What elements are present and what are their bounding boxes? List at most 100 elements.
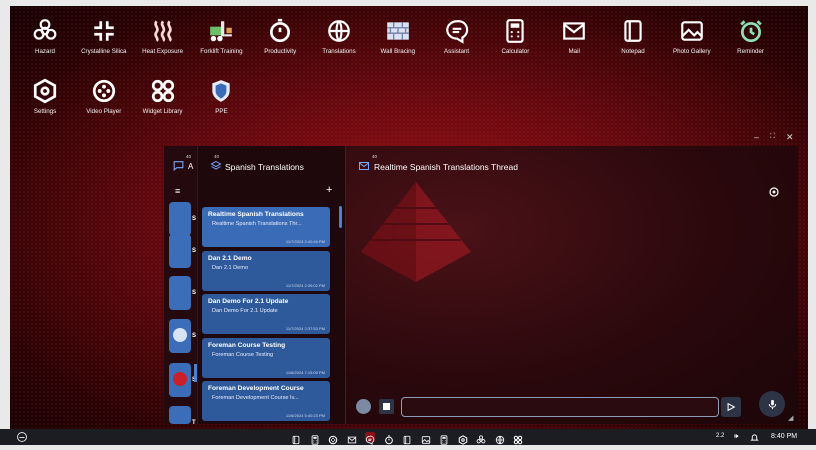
taskbar: 2.2 🕪 8:40 PM [0, 429, 816, 445]
desktop-icon-ppe[interactable]: PPE [189, 78, 253, 115]
desktop-icon-settings[interactable]: Settings [13, 78, 77, 115]
hexagon-settings-icon [458, 435, 467, 445]
conversation-item[interactable]: Foreman Development Course Foreman Develo… [202, 381, 330, 421]
desktop-icon-label: Hazard [35, 48, 55, 55]
conversation-subtitle: Dan Demo For 2.1 Update [212, 308, 278, 314]
conversation-date: 11/7/2024 2:39:02 PM [285, 282, 325, 288]
taskbar-app-button[interactable] [439, 432, 449, 445]
widgets-icon [151, 79, 174, 103]
conversation-subtitle: Dan 2.1 Demo [212, 264, 249, 271]
close-button[interactable]: ✕ [786, 132, 794, 143]
desktop-icon-assistant[interactable]: Assistant [425, 18, 489, 55]
desktop-icon-crystalline-silica[interactable]: Crystalline Silica [72, 18, 136, 55]
chat-bubble-icon [173, 161, 184, 171]
conversation-item[interactable]: Dan 2.1 Demo Dan 2.1 Demo 11/7/2024 2:39:0… [202, 250, 330, 291]
layers-icon [210, 160, 222, 170]
list-scrollbar[interactable] [339, 206, 342, 228]
stopwatch-icon [384, 435, 393, 445]
rail-app-thumbnail[interactable] [169, 276, 191, 310]
tray-indicator[interactable]: 2.2 [716, 433, 724, 439]
desktop-icon-heat-exposure[interactable]: Heat Exposure [131, 18, 195, 55]
resize-grip-icon[interactable]: ◢ [788, 414, 793, 422]
calculator-icon [506, 19, 525, 43]
taskbar-app-button[interactable] [458, 432, 468, 445]
thread-badge: 40 [372, 154, 378, 159]
desktop-icon-wall-bracing[interactable]: Wall Bracing [366, 18, 430, 55]
rail-app-thumbnail[interactable] [169, 234, 191, 268]
rail-app-thumbnail[interactable] [169, 319, 191, 353]
volume-icon[interactable]: 🕪 [734, 433, 738, 441]
rail-app-image [173, 243, 187, 257]
film-reel-icon [92, 79, 115, 103]
taskbar-app-button[interactable] [476, 432, 486, 444]
conversation-title: Foreman Development Course [208, 385, 304, 392]
desktop-icon-calculator[interactable]: Calculator [483, 18, 547, 55]
conversation-list-pane: 40 Spanish Translations + Realtime Spani… [198, 146, 346, 424]
taskbar-app-button[interactable] [291, 432, 301, 445]
desktop-icon-productivity[interactable]: Productivity [248, 18, 312, 55]
mail-icon [359, 162, 369, 170]
desktop-icon-forklift-training[interactable]: Forklift Training [189, 18, 253, 55]
rail-app-image [173, 285, 187, 299]
rail-app-thumbnail[interactable] [169, 363, 191, 397]
desktop-icon-notepad[interactable]: Notepad [601, 18, 665, 55]
hamburger-menu-icon[interactable]: ≡ [175, 186, 180, 196]
desktop-icon-translations[interactable]: Translations [307, 18, 371, 55]
rail-app-thumbnail[interactable] [169, 406, 191, 424]
conversation-item[interactable]: Realtime Spanish Translations Realtime Sp… [202, 207, 330, 247]
stop-button[interactable] [379, 399, 394, 414]
maximize-button[interactable]: ⛶ [770, 133, 775, 141]
conversation-title: Dan Demo For 2.1 Update [208, 298, 289, 305]
send-button[interactable] [721, 397, 741, 417]
start-menu-icon[interactable] [16, 431, 28, 443]
desktop-icon-label: Settings [33, 108, 57, 115]
taskbar-app-button[interactable] [402, 432, 412, 445]
notepad-icon [292, 435, 300, 445]
stop-square-icon [383, 403, 390, 410]
conversation-item[interactable]: Foreman Course Testing Foreman Course Tes… [202, 337, 330, 378]
taskbar-app-button[interactable] [384, 432, 394, 445]
desktop-icon-reminder[interactable]: Reminder [719, 18, 783, 55]
calculator-icon [440, 435, 448, 445]
desktop-icon-video-player[interactable]: Video Player [72, 78, 136, 115]
minimize-button[interactable]: – [754, 132, 759, 142]
desktop-icon-mail[interactable]: Mail [542, 18, 606, 55]
desktop-icon-label: Video Player [86, 108, 122, 115]
taskbar-app-button[interactable] [310, 432, 320, 445]
notification-bell-icon[interactable] [750, 433, 759, 442]
desktop-icon-label: Heat Exposure [142, 48, 184, 55]
desktop-icon-photo-gallery[interactable]: Photo Gallery [660, 18, 724, 55]
message-input[interactable] [401, 397, 719, 417]
conversation-item[interactable]: Dan Demo For 2.1 Update Dan Demo For 2.1 … [202, 294, 330, 334]
conversation-subtitle: Foreman Course Testing [212, 351, 274, 358]
clock[interactable]: 8:40 PM [771, 433, 797, 440]
microphone-button[interactable] [759, 391, 785, 417]
notepad-icon [403, 435, 411, 445]
desktop-icon-label: Wall Bracing [380, 48, 416, 55]
desktop-icon-widget-library[interactable]: Widget Library [131, 78, 195, 115]
rail-title: A [188, 162, 194, 171]
taskbar-app-button[interactable] [495, 432, 505, 445]
film-reel-icon [328, 435, 338, 445]
mail-icon [563, 22, 586, 40]
taskbar-app-button[interactable] [328, 432, 338, 445]
globe-icon [495, 435, 504, 445]
taskbar-app-button[interactable] [513, 432, 523, 445]
desktop-icon-hazard[interactable]: Hazard [13, 18, 77, 55]
desktop-icon-label: Notepad [621, 48, 645, 55]
thread-options-icon[interactable] [768, 186, 780, 198]
taskbar-app-button[interactable] [365, 432, 375, 445]
hexagon-settings-icon [33, 78, 57, 104]
rail-app-thumbnail[interactable] [169, 202, 191, 236]
biohazard-icon [476, 435, 486, 444]
conversation-title: Realtime Spanish Translations [208, 211, 304, 218]
notepad-icon [624, 20, 642, 42]
avatar[interactable] [356, 399, 371, 414]
desktop-icon-label: Calculator [501, 48, 530, 55]
rail-app-letter: S [192, 248, 197, 254]
taskbar-app-button[interactable] [421, 432, 431, 444]
add-conversation-button[interactable]: + [326, 184, 332, 196]
taskbar-app-button[interactable] [347, 432, 357, 444]
conversation-date: 11/7/2024 2:40:46 PM [285, 239, 325, 244]
globe-icon [328, 20, 350, 42]
